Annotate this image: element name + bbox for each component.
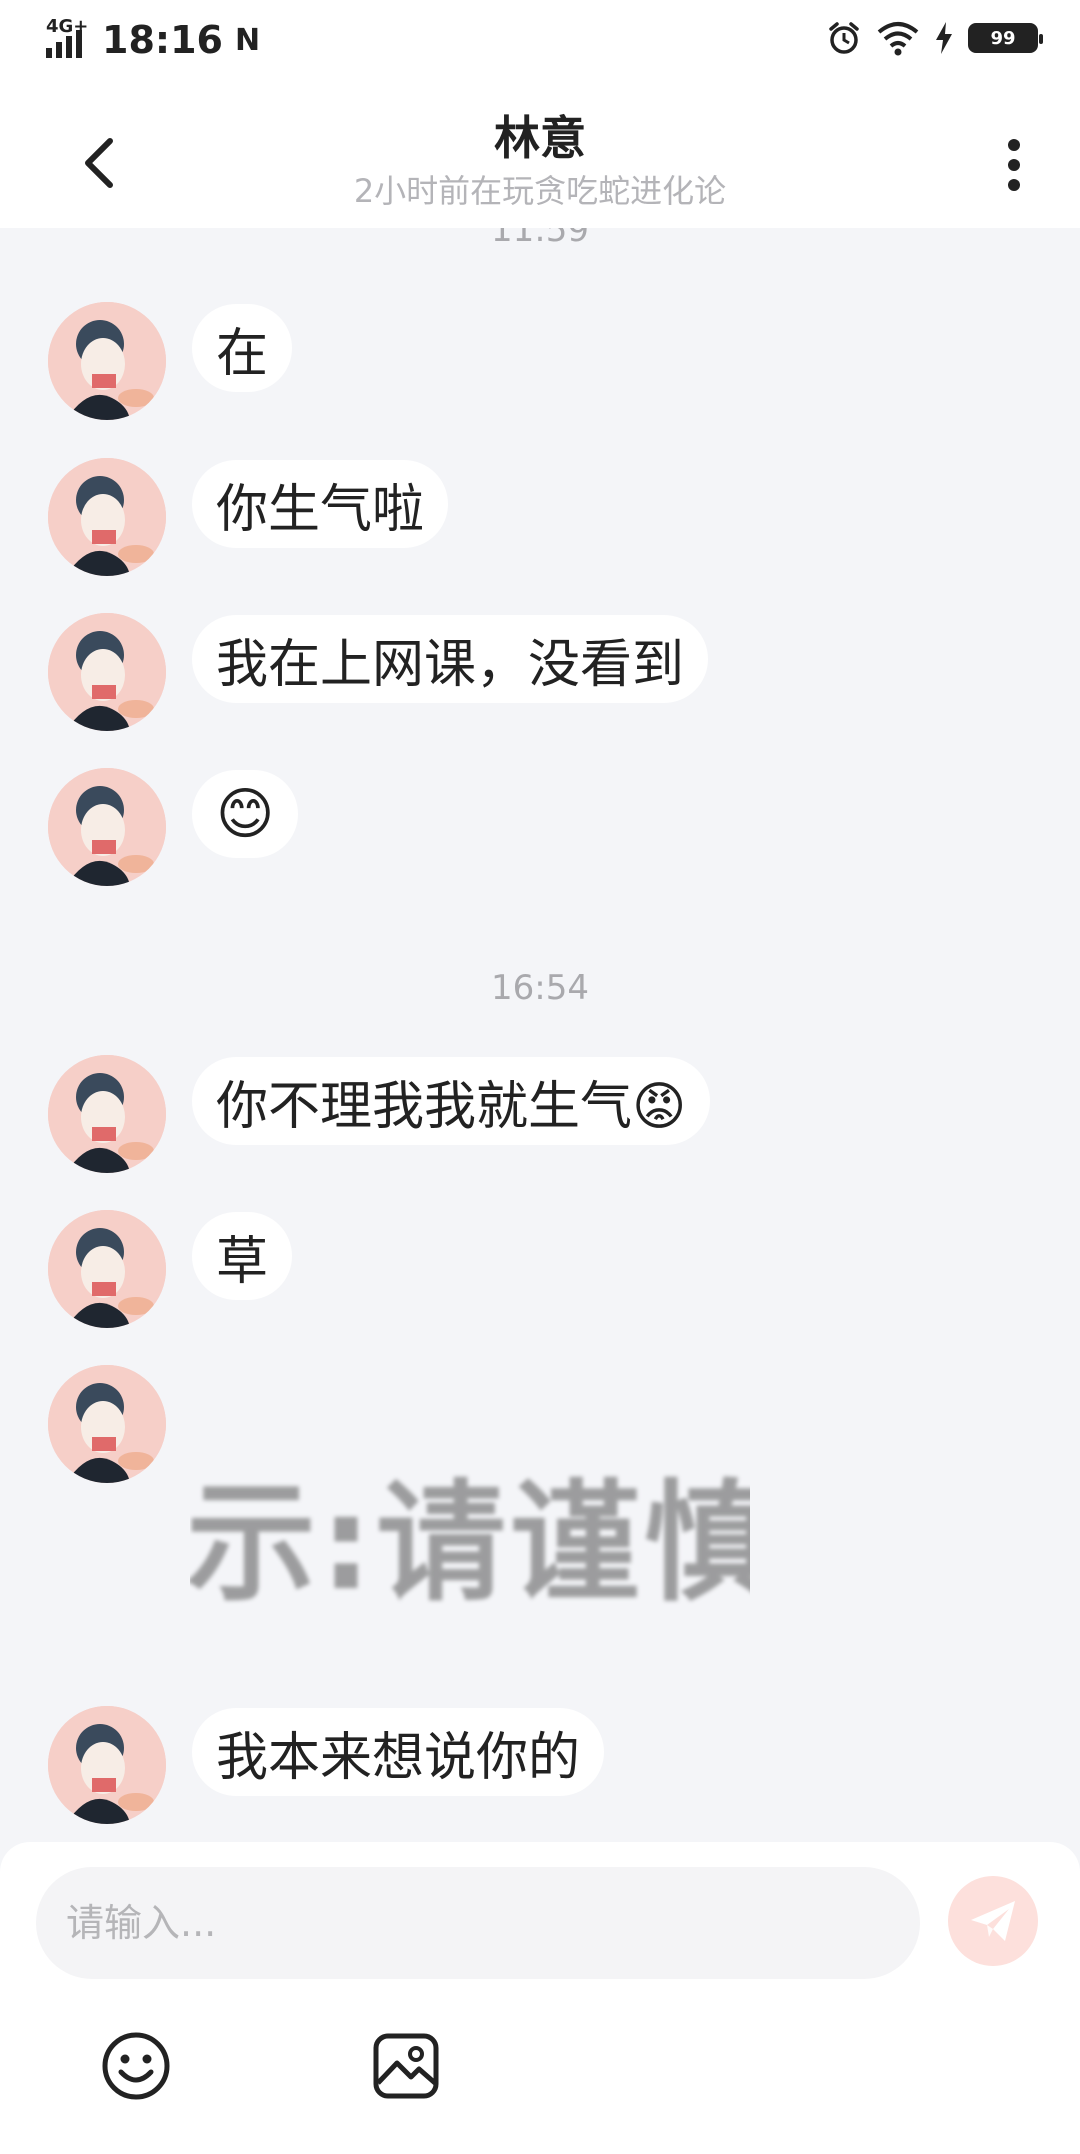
message-bubble[interactable]: 我本来想说你的 <box>192 1708 605 1796</box>
message-row: 草 <box>48 1210 293 1328</box>
message-row: 我在上网课，没看到 <box>48 613 709 731</box>
image-picker-button[interactable] <box>368 2028 444 2104</box>
message-bubble[interactable]: 草 <box>192 1212 293 1300</box>
input-panel <box>0 1842 1080 2154</box>
avatar[interactable] <box>48 302 166 420</box>
chat-header: 林意 2小时前在玩贪吃蛇进化论 <box>0 88 1080 228</box>
message-bubble[interactable]: 你不理我我就生气😡 <box>192 1057 711 1145</box>
message-bubble[interactable]: 在 <box>192 304 293 392</box>
avatar[interactable] <box>48 1210 166 1328</box>
avatar[interactable] <box>48 768 166 886</box>
message-row: 你生气啦 <box>48 458 449 576</box>
message-row: 你不理我我就生气😡 <box>48 1055 711 1173</box>
avatar[interactable] <box>48 613 166 731</box>
image-message[interactable]: 示:请谨慎 <box>190 1468 750 1618</box>
status-bar: 4G+ 18:16 N 99 <box>0 0 1080 88</box>
avatar[interactable] <box>48 458 166 576</box>
avatar[interactable] <box>48 1706 166 1824</box>
more-vertical-icon <box>1008 139 1020 191</box>
status-left: 4G+ 18:16 N <box>46 16 261 62</box>
send-icon <box>971 1901 1015 1941</box>
wifi-icon <box>877 22 919 56</box>
message-bubble[interactable]: 你生气啦 <box>192 460 449 548</box>
contact-status: 2小时前在玩贪吃蛇进化论 <box>353 172 727 210</box>
message-row <box>48 1365 166 1483</box>
message-list[interactable]: 11:59 在 你生气啦 我在上网课，没看到 😊 16:54 你不理我我就生气😡… <box>0 228 1080 1848</box>
charging-icon <box>936 22 952 54</box>
message-row: 在 <box>48 302 293 420</box>
timestamp: 11:59 <box>491 228 589 250</box>
avatar[interactable] <box>48 1055 166 1173</box>
cellular-signal-icon: 4G+ <box>46 16 90 58</box>
timestamp: 16:54 <box>491 968 589 1008</box>
network-type: 4G+ <box>46 16 89 37</box>
image-message-text: 示:请谨慎 <box>190 1468 750 1618</box>
emoji-button[interactable] <box>98 2028 174 2104</box>
alarm-icon <box>829 22 859 54</box>
message-input[interactable] <box>36 1867 920 1979</box>
message-bubble[interactable]: 我在上网课，没看到 <box>192 615 709 703</box>
more-options-button[interactable] <box>984 130 1044 200</box>
smiley-icon <box>102 2032 170 2100</box>
nfc-icon: N <box>234 22 261 58</box>
message-bubble[interactable]: 😊 <box>192 770 299 858</box>
contact-name: 林意 <box>494 111 586 165</box>
battery-level: 99 <box>990 27 1016 49</box>
avatar[interactable] <box>48 1365 166 1483</box>
status-right: 99 <box>826 20 1043 56</box>
send-button[interactable] <box>948 1876 1038 1966</box>
battery-icon: 99 <box>968 23 1043 53</box>
message-row: 😊 <box>48 768 299 886</box>
image-icon <box>373 2033 439 2099</box>
status-time: 18:16 <box>102 18 223 62</box>
message-row: 我本来想说你的 <box>48 1706 605 1824</box>
